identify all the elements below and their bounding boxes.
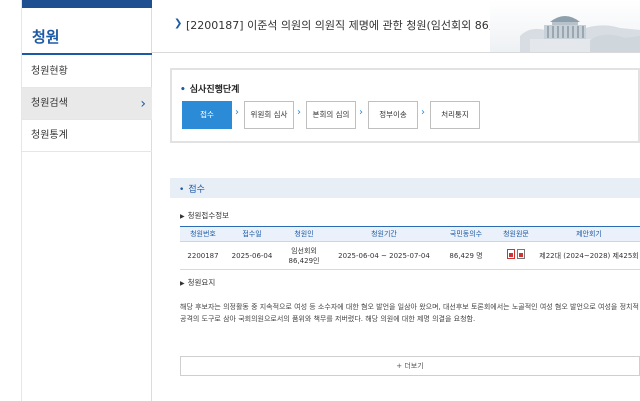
pdf-icon[interactable] — [507, 249, 515, 259]
petition-summary: 해당 후보자는 의정활동 중 지속적으로 여성 등 소수자에 대한 혐오 발언을… — [180, 303, 639, 323]
sidebar-item-stats[interactable]: 청원통계 — [22, 120, 152, 152]
original-document — [494, 241, 538, 270]
more-button[interactable]: + 더보기 — [180, 356, 640, 376]
step-arrow-icon: › — [297, 107, 301, 118]
header-divider — [152, 52, 640, 53]
col-header: 제안회기 — [538, 226, 640, 242]
sidebar-title-divider — [22, 53, 152, 55]
sidebar-item-label: 청원검색 — [31, 98, 68, 109]
col-header: 청원기간 — [330, 226, 438, 242]
sidebar-title: 청원 — [32, 28, 60, 46]
sidebar: 청원 청원현황 청원검색 › 청원통계 — [22, 0, 152, 401]
sidebar-item-label: 청원현황 — [31, 66, 68, 77]
col-header: 접수일 — [226, 226, 278, 242]
sidebar-item-status[interactable]: 청원현황 — [22, 56, 152, 88]
summary-heading: ▶ 청원요지 — [180, 278, 216, 287]
table-header-row: 청원번호 접수일 청원인 청원기간 국민동의수 청원원문 제안회기 — [180, 226, 640, 242]
main-content: ❯ [2200187] 이준석 의원의 의원직 제명에 관한 청원(임선회외 8… — [152, 0, 640, 401]
col-header: 청원원문 — [494, 226, 538, 242]
left-edge-strip — [0, 0, 22, 401]
step-arrow-icon: › — [359, 107, 363, 118]
table-row: 2200187 2025-06-04 임선회외 86,429인 2025-06-0… — [180, 241, 640, 270]
step-arrow-icon: › — [235, 107, 239, 118]
col-header: 국민동의수 — [438, 226, 494, 242]
review-progress-panel: • 심사진행단계 접수 › 위원회 심사 › 본회의 심의 › 정부이송 › 처리… — [170, 68, 640, 143]
step-government-transfer[interactable]: 정부이송 — [368, 101, 418, 129]
agree-count: 86,429 명 — [438, 241, 494, 270]
hwp-document-icon[interactable] — [517, 249, 525, 259]
step-arrow-icon: › — [421, 107, 425, 118]
step-received[interactable]: 접수 — [182, 101, 232, 129]
step-committee-review[interactable]: 위원회 심사 — [244, 101, 294, 129]
col-header: 청원번호 — [180, 226, 226, 242]
title-arrow-icon: ❯ — [174, 18, 183, 29]
section-title: • 접수 — [179, 185, 205, 195]
assembly-building-image — [490, 0, 640, 52]
petition-info-table: 청원번호 접수일 청원인 청원기간 국민동의수 청원원문 제안회기 220018… — [180, 226, 640, 270]
review-progress-title: • 심사진행단계 — [180, 85, 240, 95]
proposal-session: 제22대 (2024~2028) 제425회 — [538, 241, 640, 270]
petitioner: 임선회외 86,429인 — [278, 241, 330, 270]
received-date: 2025-06-04 — [226, 241, 278, 270]
page-title: [2200187] 이준석 의원의 의원직 제명에 관한 청원(임선회외 86,… — [186, 19, 528, 32]
sidebar-item-search[interactable]: 청원검색 › — [22, 88, 152, 120]
petition-period: 2025-06-04 ~ 2025-07-04 — [330, 241, 438, 270]
info-heading: ▶ 청원접수정보 — [180, 211, 230, 220]
section-header-received: • 접수 — [170, 178, 640, 198]
sidebar-item-label: 청원통계 — [31, 130, 68, 141]
chevron-right-icon: › — [140, 96, 146, 112]
step-plenary-deliberation[interactable]: 본회의 심의 — [306, 101, 356, 129]
petition-number: 2200187 — [180, 241, 226, 270]
col-header: 청원인 — [278, 226, 330, 242]
page-header: ❯ [2200187] 이준석 의원의 의원직 제명에 관한 청원(임선회외 8… — [152, 0, 640, 52]
sidebar-accent-bar — [22, 0, 152, 8]
step-processing-notice[interactable]: 처리통지 — [430, 101, 480, 129]
